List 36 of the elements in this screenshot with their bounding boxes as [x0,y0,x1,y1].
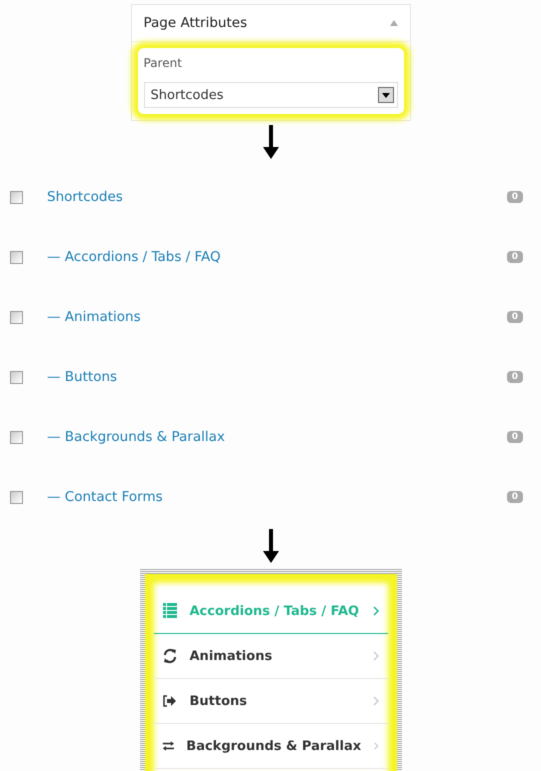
row-checkbox[interactable] [10,490,23,504]
comment-count: 0 [506,191,523,203]
page-title-link[interactable]: — Accordions / Tabs / FAQ [47,249,507,265]
parent-label: Parent [144,56,183,70]
comment-count: 0 [506,311,523,323]
row-checkbox[interactable] [10,430,23,444]
menu-item[interactable]: Backgrounds & Parallax [154,724,388,769]
row-checkbox[interactable] [10,250,23,264]
row-checkbox[interactable] [10,310,23,324]
chevron-icon [372,651,380,661]
list-icon [162,603,178,619]
collapse-icon[interactable] [390,20,398,26]
parent-select[interactable]: Shortcodes [144,82,398,108]
comment-count: 0 [506,491,523,503]
page-title-link[interactable]: — Buttons [47,369,507,385]
panel-title: Page Attributes [144,15,248,31]
refresh-icon [162,648,178,664]
comment-count: 0 [506,371,523,383]
down-arrow-icon [262,529,278,563]
menu-item[interactable]: Buttons [154,679,388,724]
page-title-link[interactable]: — Backgrounds & Parallax [47,429,507,445]
menu-item[interactable]: Accordions / Tabs / FAQ [154,589,388,634]
page-title-link[interactable]: Shortcodes [47,189,507,205]
down-arrow-icon [262,125,278,159]
chevron-icon [372,606,380,616]
page-title-link[interactable]: — Animations [47,309,507,325]
sign-in-icon [162,693,178,709]
comment-count: 0 [506,431,523,443]
chevron-icon [373,741,380,751]
chevron-icon [372,696,380,706]
comment-count: 0 [506,251,523,263]
row-checkbox[interactable] [10,370,23,384]
row-checkbox[interactable] [10,190,23,204]
menu-item[interactable]: Animations [154,634,388,679]
dropdown-icon [378,87,394,103]
page-title-link[interactable]: — Contact Forms [47,489,507,505]
